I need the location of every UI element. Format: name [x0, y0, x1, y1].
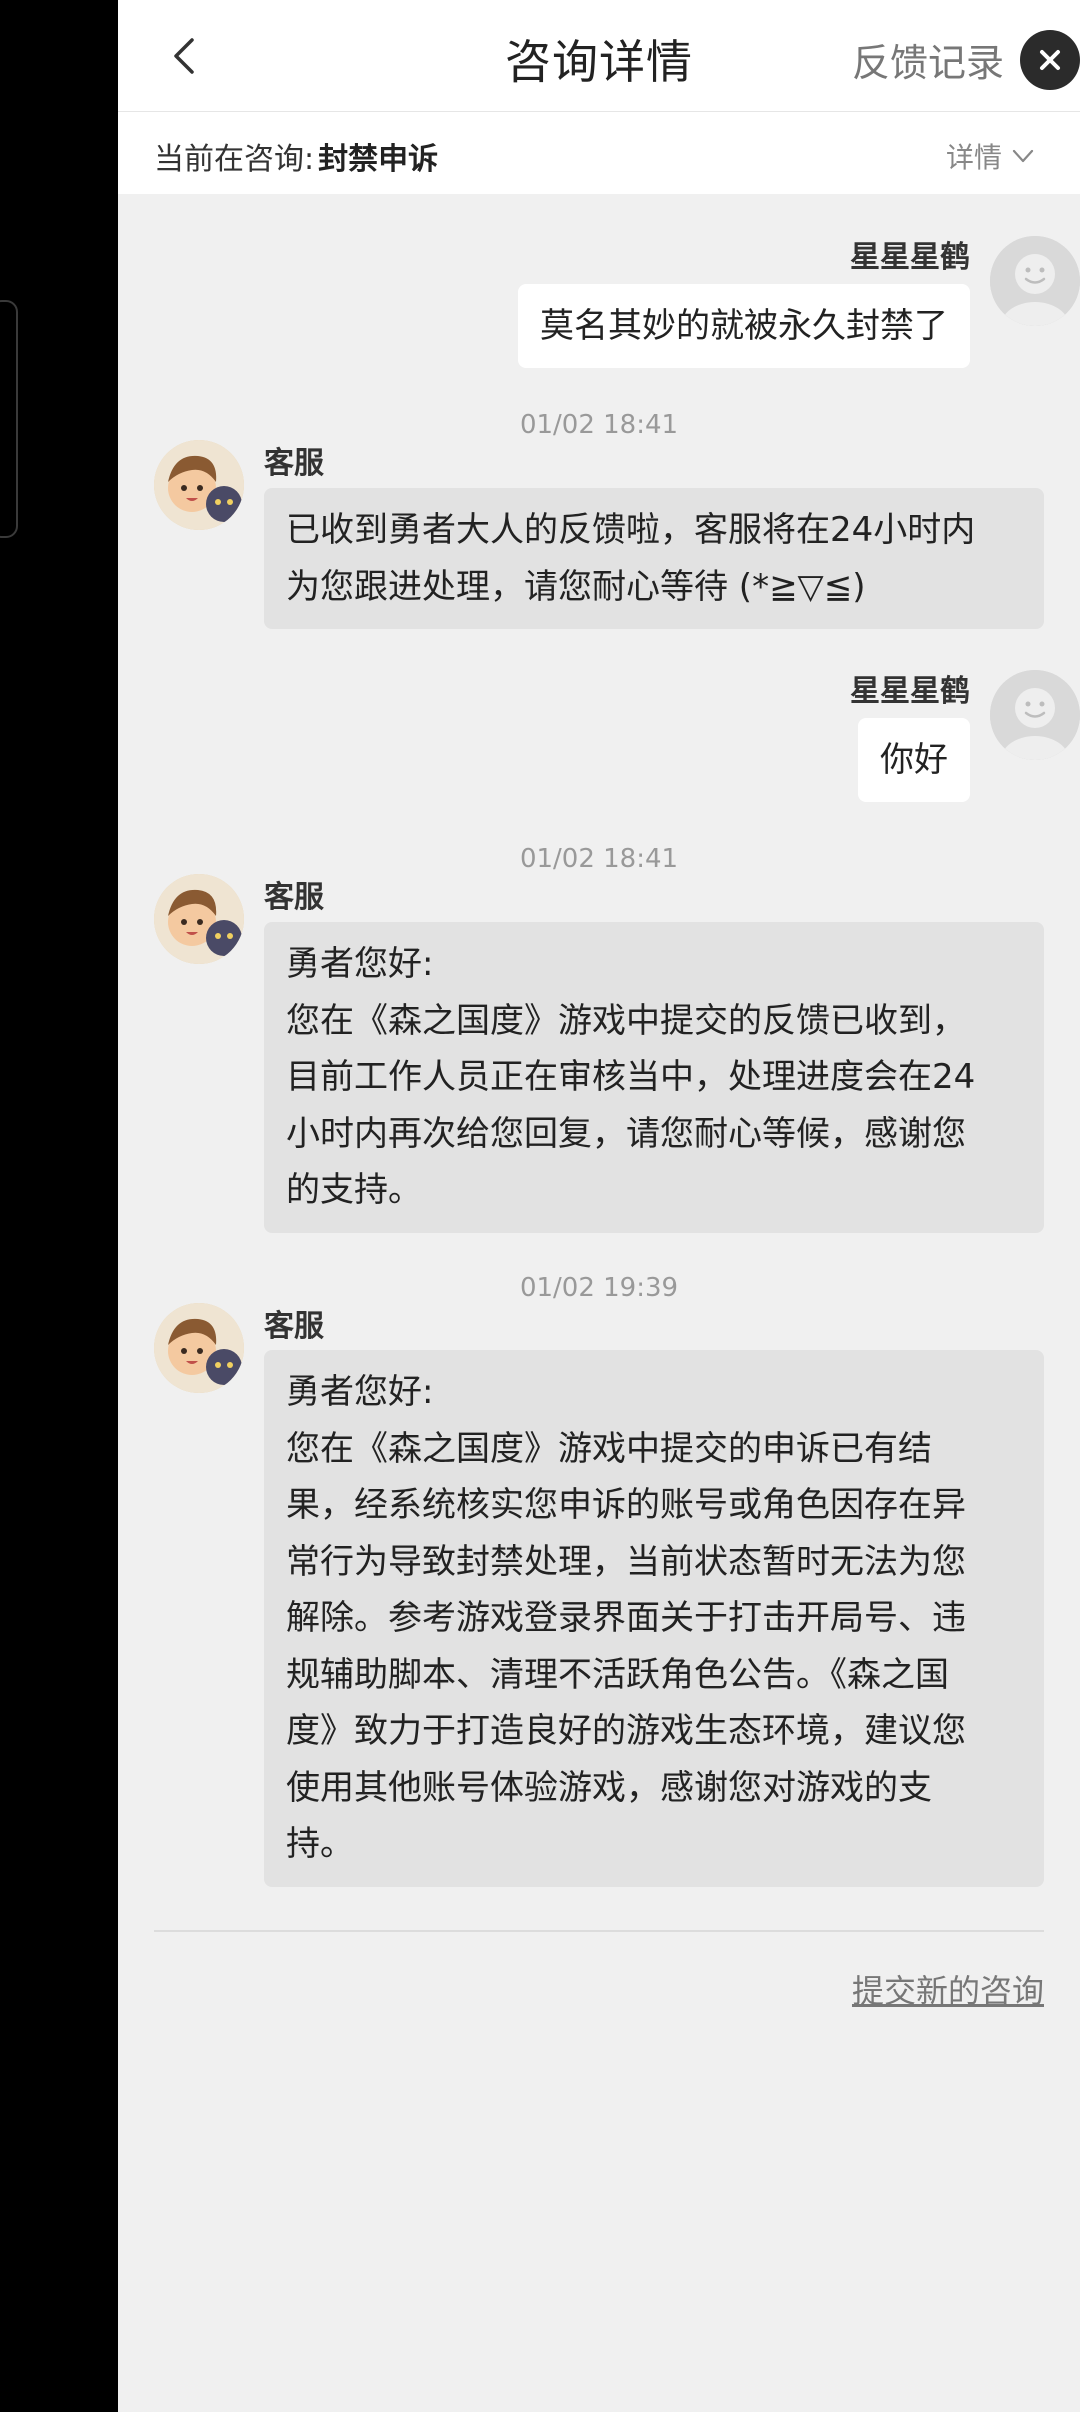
side-handle[interactable] — [0, 300, 18, 538]
default-avatar-icon — [990, 236, 1080, 326]
consult-panel: 咨询详情 反馈记录 当前在咨询: 封禁申诉 详情 星星星鹤 莫名其妙的就被永久封… — [118, 0, 1080, 2412]
divider — [154, 1930, 1044, 1932]
message-timestamp: 01/02 18:41 — [519, 410, 679, 440]
close-icon — [1040, 50, 1060, 70]
agent-name: 客服 — [264, 1309, 324, 1344]
message-line: 持。 — [286, 1824, 354, 1864]
message-line: 规辅助脚本、清理不活跃角色公告。《森之国 — [286, 1654, 949, 1695]
user-message-bubble: 你好 — [858, 718, 970, 802]
user-name: 星星星鹤 — [850, 674, 970, 709]
message-line: 解除。参考游戏登录界面关于打击开局号、违 — [286, 1598, 966, 1638]
message-line: 使用其他账号体验游戏，感谢您对游戏的支 — [286, 1767, 932, 1808]
user-message-bubble: 莫名其妙的就被永久封禁了 — [518, 284, 970, 368]
user-avatar[interactable] — [990, 236, 1080, 326]
agent-name: 客服 — [264, 446, 324, 481]
agent-avatar[interactable] — [154, 440, 244, 530]
close-button[interactable] — [1020, 30, 1080, 90]
agent-avatar-icon — [154, 1303, 244, 1393]
message-line: 勇者您好: — [286, 1372, 434, 1412]
current-consult-value: 封禁申诉 — [318, 142, 439, 177]
agent-avatar-icon — [154, 440, 244, 530]
agent-message-bubble: 已收到勇者大人的反馈啦，客服将在24小时内 为您跟进处理，请您耐心等待 (*≧▽… — [264, 488, 1044, 629]
default-avatar-icon — [990, 670, 1080, 760]
top-bar: 咨询详情 反馈记录 — [118, 0, 1080, 112]
message-line: 为您跟进处理，请您耐心等待 (*≧▽≦) — [286, 566, 866, 607]
agent-avatar-icon — [154, 874, 244, 964]
message-line: 的支持。 — [286, 1170, 422, 1210]
current-consult-label: 当前在咨询: 封禁申诉 — [154, 142, 439, 177]
chevron-down-icon — [1012, 149, 1034, 163]
message-timestamp: 01/02 18:41 — [519, 844, 679, 874]
message-line: 目前工作人员正在审核当中，处理进度会在24 — [286, 1057, 976, 1097]
message-line: 果，经系统核实您申诉的账号或角色因存在异 — [286, 1485, 966, 1525]
user-avatar[interactable] — [990, 670, 1080, 760]
message-timestamp: 01/02 19:39 — [519, 1273, 679, 1303]
agent-message-bubble: 勇者您好: 您在《森之国度》游戏中提交的反馈已收到， 目前工作人员正在审核当中，… — [264, 922, 1044, 1233]
message-line: 您在《森之国度》游戏中提交的反馈已收到， — [286, 1000, 966, 1041]
current-consult-bar: 当前在咨询: 封禁申诉 详情 — [118, 112, 1080, 194]
message-line: 您在《森之国度》游戏中提交的申诉已有结 — [286, 1428, 932, 1469]
agent-avatar[interactable] — [154, 1303, 244, 1393]
left-dark-strip — [0, 0, 118, 2412]
message-line: 常行为导致封禁处理，当前状态暂时无法为您 — [286, 1541, 966, 1582]
message-line: 小时内再次给您回复，请您耐心等候，感谢您 — [286, 1113, 966, 1154]
submit-new-consult-link[interactable]: 提交新的咨询 — [852, 1966, 1044, 2012]
user-name: 星星星鹤 — [850, 240, 970, 275]
message-line: 已收到勇者大人的反馈啦，客服将在24小时内 — [286, 510, 976, 550]
message-line: 勇者您好: — [286, 944, 434, 984]
agent-name: 客服 — [264, 880, 324, 915]
feedback-records-link[interactable]: 反馈记录 — [852, 32, 1004, 87]
agent-message-bubble: 勇者您好: 您在《森之国度》游戏中提交的申诉已有结 果，经系统核实您申诉的账号或… — [264, 1350, 1044, 1887]
message-line: 度》致力于打造良好的游戏生态环境，建议您 — [286, 1711, 966, 1751]
detail-label: 详情 — [945, 141, 1002, 174]
detail-toggle[interactable]: 详情 — [946, 136, 1036, 176]
agent-avatar[interactable] — [154, 874, 244, 964]
